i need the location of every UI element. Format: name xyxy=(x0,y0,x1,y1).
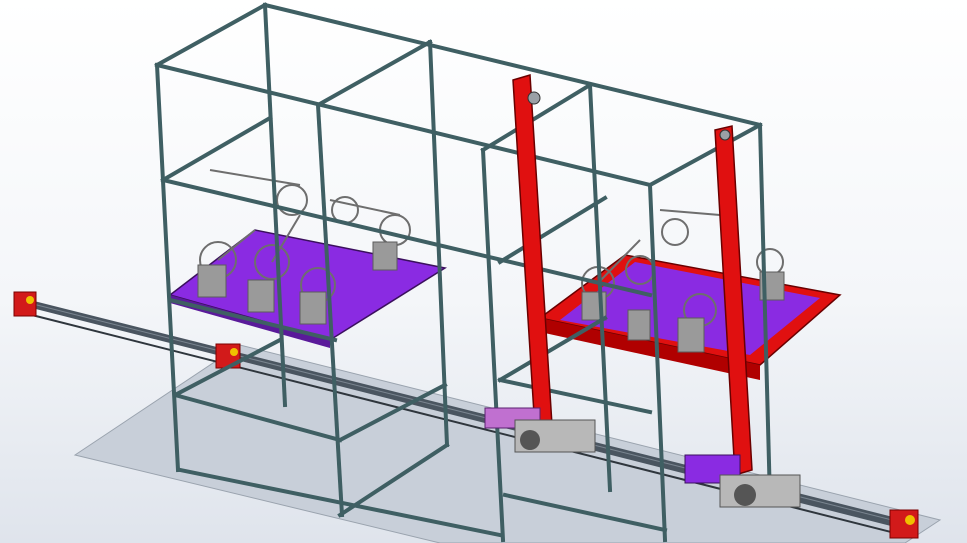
rail-end-stop-right xyxy=(889,509,919,539)
cad-viewport xyxy=(0,0,967,543)
cad-model-scene xyxy=(13,2,942,543)
rail-end-stop-left xyxy=(13,291,37,317)
